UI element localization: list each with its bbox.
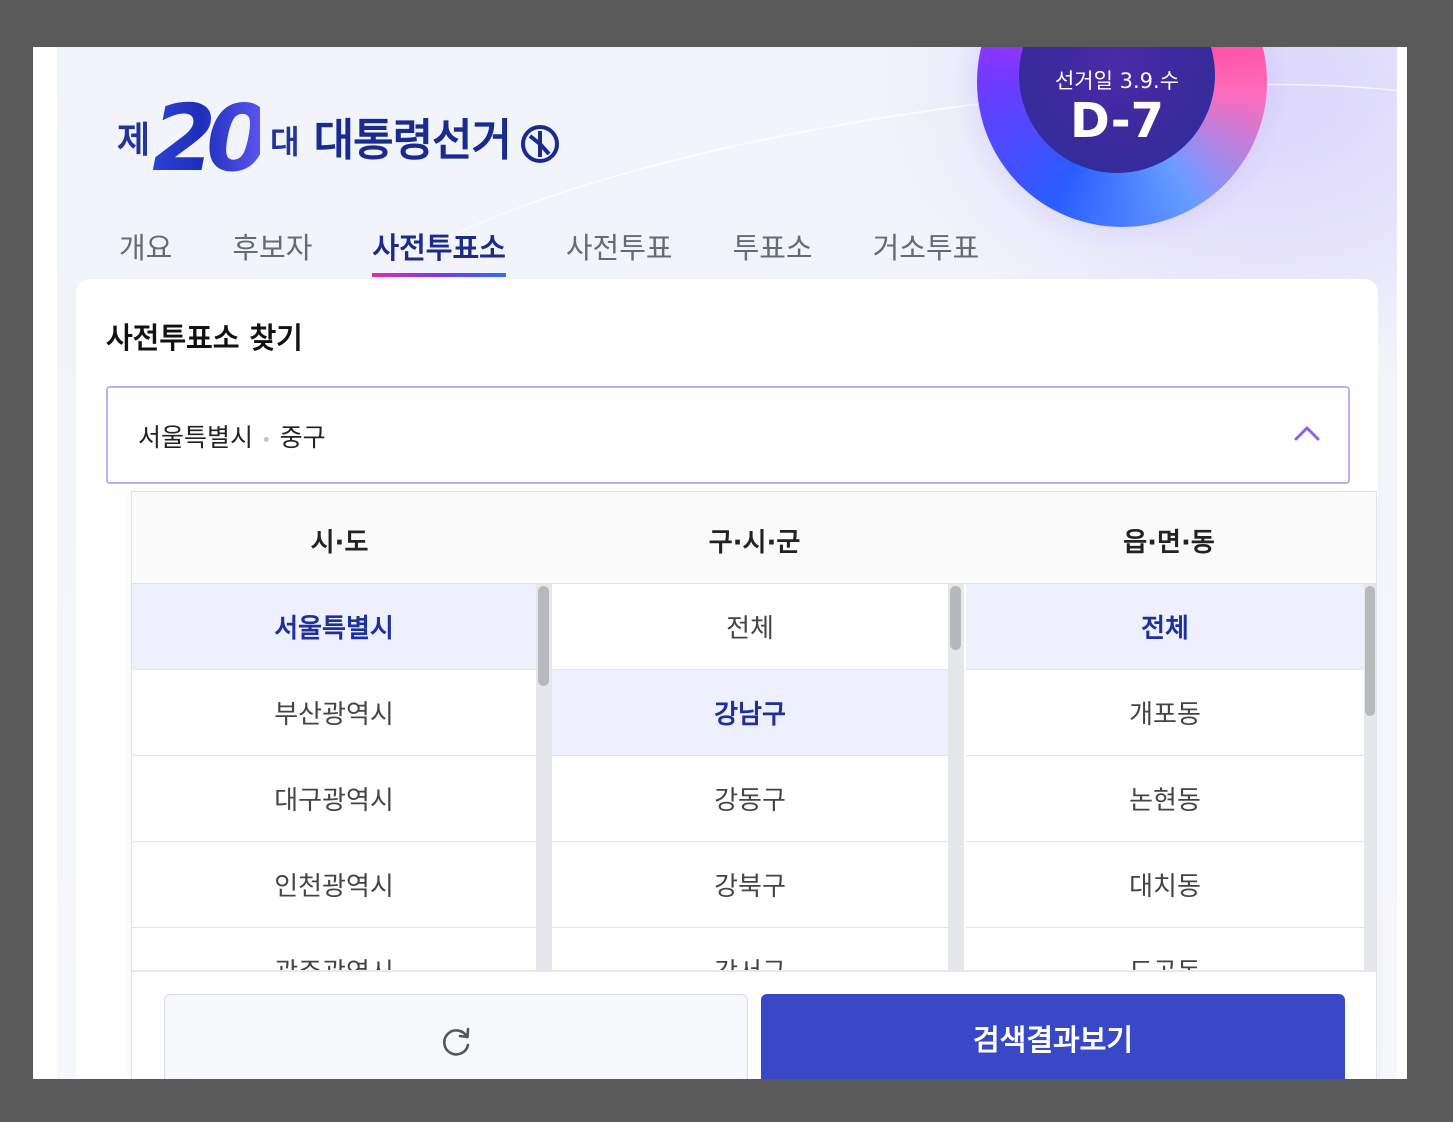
selected-region: 서울특별시 [138, 423, 254, 452]
election-date: 선거일 3.9.수 [1054, 69, 1180, 93]
tab-overview[interactable]: 개요 [119, 225, 172, 277]
browser-viewport: 제 20 대 대통령선거 선거일 3.9.수 D-7 개요 후보자 사전투표소 … [33, 47, 1407, 1079]
title-main: 대통령선거 [313, 115, 512, 166]
sigungu-scrollbar[interactable] [948, 584, 964, 970]
header-sido: 시·도 [310, 528, 369, 558]
tab-early-voting[interactable]: 사전투표 [566, 225, 673, 277]
title-prefix: 제 [117, 120, 151, 161]
tab-early-voting-stations[interactable]: 사전투표소 [372, 225, 507, 277]
vote-stamp-icon [521, 125, 560, 163]
sido-scrollbar[interactable] [536, 584, 552, 970]
list-item[interactable]: 강북구 [552, 842, 948, 928]
list-item[interactable]: 부산광역시 [132, 670, 536, 756]
scroll-thumb[interactable] [1365, 586, 1375, 716]
scroll-thumb[interactable] [950, 586, 961, 650]
region-select[interactable]: 서울특별시 • 중구 [106, 386, 1350, 484]
reset-button[interactable] [164, 994, 748, 1079]
sido-list[interactable]: 서울특별시 부산광역시 대구광역시 인천광역시 광주광역시 [132, 584, 536, 970]
title-number: 20 [152, 85, 270, 192]
search-results-button[interactable]: 검색결과보기 [761, 994, 1345, 1079]
sigungu-list[interactable]: 전체 강남구 강동구 강북구 강서구 [552, 584, 948, 970]
tab-bar: 개요 후보자 사전투표소 사전투표 투표소 거소투표 [119, 225, 1039, 277]
region-dropdown: 시·도 구·시·군 읍·면·동 서울특별시 부산광역시 대구광역시 인천광역시 … [131, 491, 1377, 1079]
dong-scrollbar[interactable] [1364, 584, 1376, 970]
dong-list[interactable]: 전체 개포동 논현동 대치동 도곡동 [966, 584, 1364, 970]
list-item[interactable]: 강남구 [552, 670, 948, 756]
list-item[interactable]: 전체 [966, 584, 1364, 670]
list-item[interactable]: 강동구 [552, 756, 948, 842]
list-item[interactable]: 도곡동 [966, 928, 1364, 970]
chevron-up-icon[interactable] [1292, 421, 1322, 445]
list-item[interactable]: 전체 [552, 584, 948, 670]
tab-polling-stations[interactable]: 투표소 [733, 225, 813, 277]
finder-title: 사전투표소 찾기 [106, 321, 303, 355]
list-item[interactable]: 논현동 [966, 756, 1364, 842]
page-title: 제 20 대 대통령선거 [117, 75, 561, 185]
tab-candidates[interactable]: 후보자 [232, 225, 312, 277]
list-item[interactable]: 대구광역시 [132, 756, 536, 842]
list-item[interactable]: 광주광역시 [132, 928, 536, 970]
list-item[interactable]: 대치동 [966, 842, 1364, 928]
list-item[interactable]: 개포동 [966, 670, 1364, 756]
election-page: 제 20 대 대통령선거 선거일 3.9.수 D-7 개요 후보자 사전투표소 … [57, 47, 1397, 1079]
list-item[interactable]: 인천광역시 [132, 842, 536, 928]
list-item[interactable]: 강서구 [552, 928, 948, 970]
tab-absentee-voting[interactable]: 거소투표 [873, 225, 980, 277]
scroll-thumb[interactable] [538, 586, 549, 686]
selected-district: 중구 [279, 423, 326, 452]
list-item[interactable]: 서울특별시 [132, 584, 536, 670]
separator-dot: • [261, 430, 272, 451]
region-select-value: 서울특별시 • 중구 [138, 418, 326, 454]
dropdown-header: 시·도 구·시·군 읍·면·동 [132, 492, 1376, 584]
dday-count: D-7 [1069, 93, 1165, 149]
header-dong: 읍·면·동 [1123, 528, 1215, 558]
title-suffix: 대 [270, 123, 300, 161]
list-divider [132, 970, 1376, 972]
refresh-icon [443, 1027, 470, 1056]
header-sigungu: 구·시·군 [708, 528, 801, 558]
